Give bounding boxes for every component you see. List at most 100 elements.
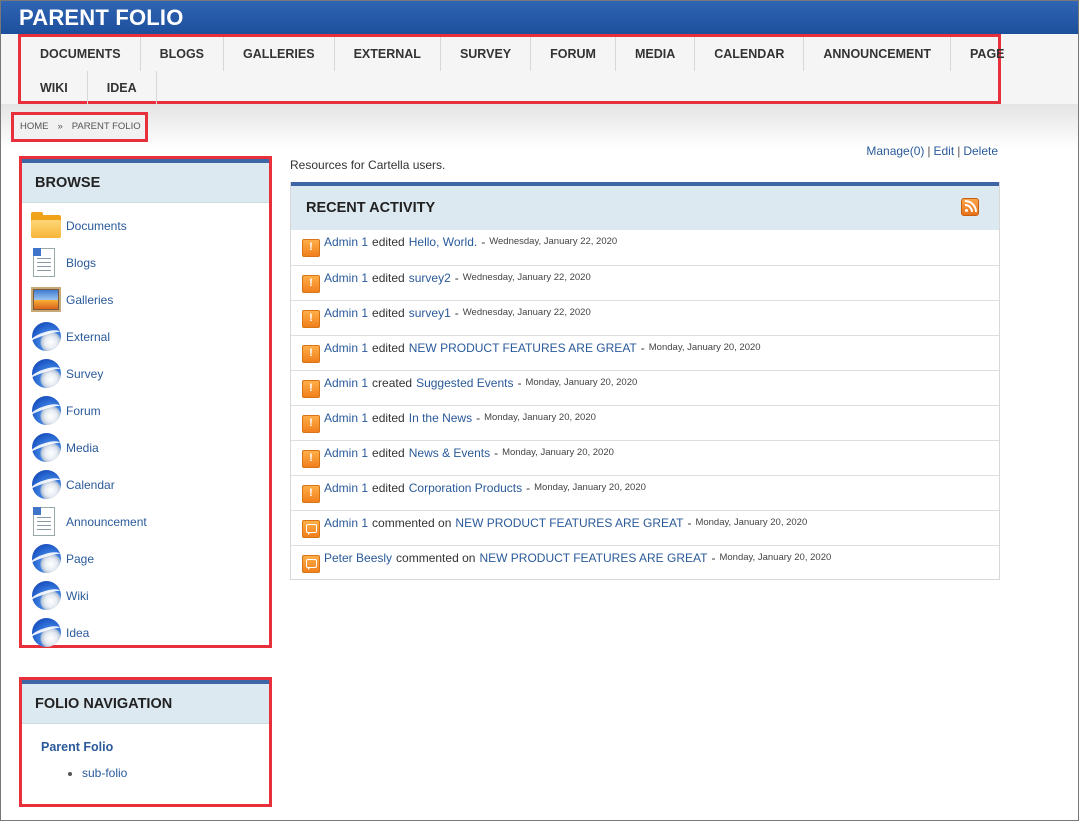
activity-verb: edited: [372, 481, 405, 495]
activity-dash: -: [517, 376, 522, 390]
nav-tab-calendar[interactable]: CALENDAR: [695, 37, 805, 71]
nav-tab-blogs[interactable]: BLOGS: [141, 37, 225, 71]
activity-item: ! Admin 1 edited NEW PRODUCT FEATURES ARE G…: [291, 335, 999, 370]
recent-activity-title: RECENT ACTIVITY: [306, 200, 436, 216]
recent-activity-list: ! Admin 1 edited Hello, World. - Wednesday, J…: [291, 230, 999, 580]
activity-user-link[interactable]: Admin 1: [324, 271, 368, 285]
browse-item-wiki[interactable]: Wiki: [29, 577, 269, 614]
activity-verb: edited: [372, 306, 405, 320]
activity-item: ! Admin 1 edited Corporation Products - Monda…: [291, 475, 999, 510]
activity-item: Admin 1 commented on NEW PRODUCT FEATURES …: [291, 510, 999, 545]
activity-target-link[interactable]: NEW PRODUCT FEATURES ARE GREAT: [409, 341, 637, 355]
nav-tab-documents[interactable]: DOCUMENTS: [21, 37, 141, 71]
activity-user-link[interactable]: Peter Beesly: [324, 551, 392, 565]
activity-verb: created: [372, 376, 413, 390]
activity-date: Monday, January 20, 2020: [719, 552, 832, 563]
activity-date: Monday, January 20, 2020: [484, 412, 596, 423]
nav-tab-external[interactable]: EXTERNAL: [335, 37, 441, 71]
alert-icon: !: [302, 380, 320, 398]
header-bar: PARENT FOLIO: [1, 1, 1078, 34]
activity-user-link[interactable]: Admin 1: [324, 235, 368, 249]
browse-item-forum[interactable]: Forum: [29, 392, 269, 429]
folio-child-link[interactable]: sub-folio: [82, 766, 269, 780]
activity-user-link[interactable]: Admin 1: [324, 446, 368, 460]
browse-title: BROWSE: [22, 159, 269, 203]
browse-item-announcement[interactable]: Announcement: [30, 503, 269, 540]
rss-icon[interactable]: [961, 198, 979, 216]
activity-user-link[interactable]: Admin 1: [324, 411, 368, 425]
globe-icon: [29, 431, 63, 464]
nav-tab-survey[interactable]: SURVEY: [441, 37, 532, 71]
breadcrumb-separator: »: [57, 121, 63, 132]
recent-activity-panel: RECENT ACTIVITY ! Admin 1 edited Hello, Wor…: [290, 182, 1000, 580]
activity-date: Monday, January 20, 2020: [534, 482, 646, 493]
browse-item-survey[interactable]: Survey: [29, 355, 269, 392]
browse-item-label: Forum: [66, 403, 101, 418]
breadcrumb-current: PARENT FOLIO: [71, 121, 141, 132]
activity-verb: edited: [372, 235, 405, 249]
activity-date: Wednesday, January 22, 2020: [489, 236, 618, 247]
activity-verb: commented on: [396, 551, 476, 565]
activity-target-link[interactable]: survey2: [409, 271, 451, 285]
folio-description: Resources for Cartella users.: [290, 158, 446, 172]
activity-item: ! Admin 1 edited News & Events - Monday, Janu…: [291, 440, 999, 475]
browse-item-label: Announcement: [66, 514, 147, 529]
activity-target-link[interactable]: survey1: [409, 306, 451, 320]
activity-target-link[interactable]: Hello, World.: [409, 235, 477, 249]
browse-item-calendar[interactable]: Calendar: [29, 466, 269, 503]
globe-icon: [29, 468, 63, 501]
browse-item-media[interactable]: Media: [29, 429, 269, 466]
globe-icon: [29, 542, 63, 575]
browse-item-label: Documents: [66, 218, 127, 233]
activity-verb: edited: [372, 411, 405, 425]
activity-item: ! Admin 1 edited survey2- Wednesday, January…: [291, 265, 999, 300]
activity-user-link[interactable]: Admin 1: [324, 341, 368, 355]
browse-item-documents[interactable]: Documents: [30, 207, 269, 244]
browse-item-external[interactable]: External: [29, 318, 269, 355]
browse-item-label: Idea: [66, 625, 90, 640]
delete-link[interactable]: Delete: [963, 144, 998, 158]
activity-target-link[interactable]: Corporation Products: [409, 481, 522, 495]
activity-dash: -: [494, 446, 499, 460]
browse-item-page[interactable]: Page: [29, 540, 269, 577]
browse-item-idea[interactable]: Idea: [29, 614, 269, 651]
activity-user-link[interactable]: Admin 1: [324, 481, 368, 495]
browse-item-label: Wiki: [66, 588, 89, 603]
activity-dash: -: [526, 481, 531, 495]
edit-link[interactable]: Edit: [934, 144, 955, 158]
nav-tab-forum[interactable]: FORUM: [531, 37, 616, 71]
recent-activity-header: RECENT ACTIVITY: [291, 182, 999, 230]
activity-user-link[interactable]: Admin 1: [324, 376, 368, 390]
manage-link[interactable]: Manage(0): [866, 144, 924, 158]
activity-target-link[interactable]: NEW PRODUCT FEATURES ARE GREAT: [479, 551, 707, 565]
browse-item-blogs[interactable]: Blogs: [30, 244, 269, 281]
browse-item-galleries[interactable]: Galleries: [30, 281, 269, 318]
nav-tab-galleries[interactable]: GALLERIES: [224, 37, 335, 71]
activity-target-link[interactable]: In the News: [409, 411, 472, 425]
alert-icon: !: [302, 450, 320, 468]
activity-verb: commented on: [372, 516, 452, 530]
browse-item-label: External: [66, 329, 111, 344]
activity-dash: -: [687, 516, 692, 530]
activity-dash: -: [454, 306, 459, 320]
nav-tab-idea[interactable]: IDEA: [88, 71, 157, 105]
folio-navigation-title: FOLIO NAVIGATION: [22, 680, 269, 724]
activity-user-link[interactable]: Admin 1: [324, 516, 368, 530]
nav-tab-media[interactable]: MEDIA: [616, 37, 696, 71]
activity-dash: -: [481, 235, 486, 249]
document-icon: [30, 246, 63, 279]
nav-tab-wiki[interactable]: WIKI: [21, 71, 88, 105]
nav-tab-announcement[interactable]: ANNOUNCEMENT: [804, 37, 952, 71]
activity-item: ! Admin 1 edited Hello, World. - Wednesday, J…: [291, 230, 999, 265]
folio-actions: Manage(0) | Edit | Delete: [866, 144, 998, 158]
breadcrumb-home[interactable]: HOME: [20, 121, 49, 132]
nav-tab-page[interactable]: PAGE: [951, 37, 1024, 71]
activity-verb: edited: [372, 446, 405, 460]
activity-date: Monday, January 20, 2020: [695, 517, 808, 528]
activity-target-link[interactable]: NEW PRODUCT FEATURES ARE GREAT: [455, 516, 683, 530]
folio-root-link[interactable]: Parent Folio: [41, 740, 269, 754]
activity-target-link[interactable]: News & Events: [409, 446, 490, 460]
activity-target-link[interactable]: Suggested Events: [416, 376, 513, 390]
globe-icon: [29, 616, 63, 649]
activity-user-link[interactable]: Admin 1: [324, 306, 368, 320]
